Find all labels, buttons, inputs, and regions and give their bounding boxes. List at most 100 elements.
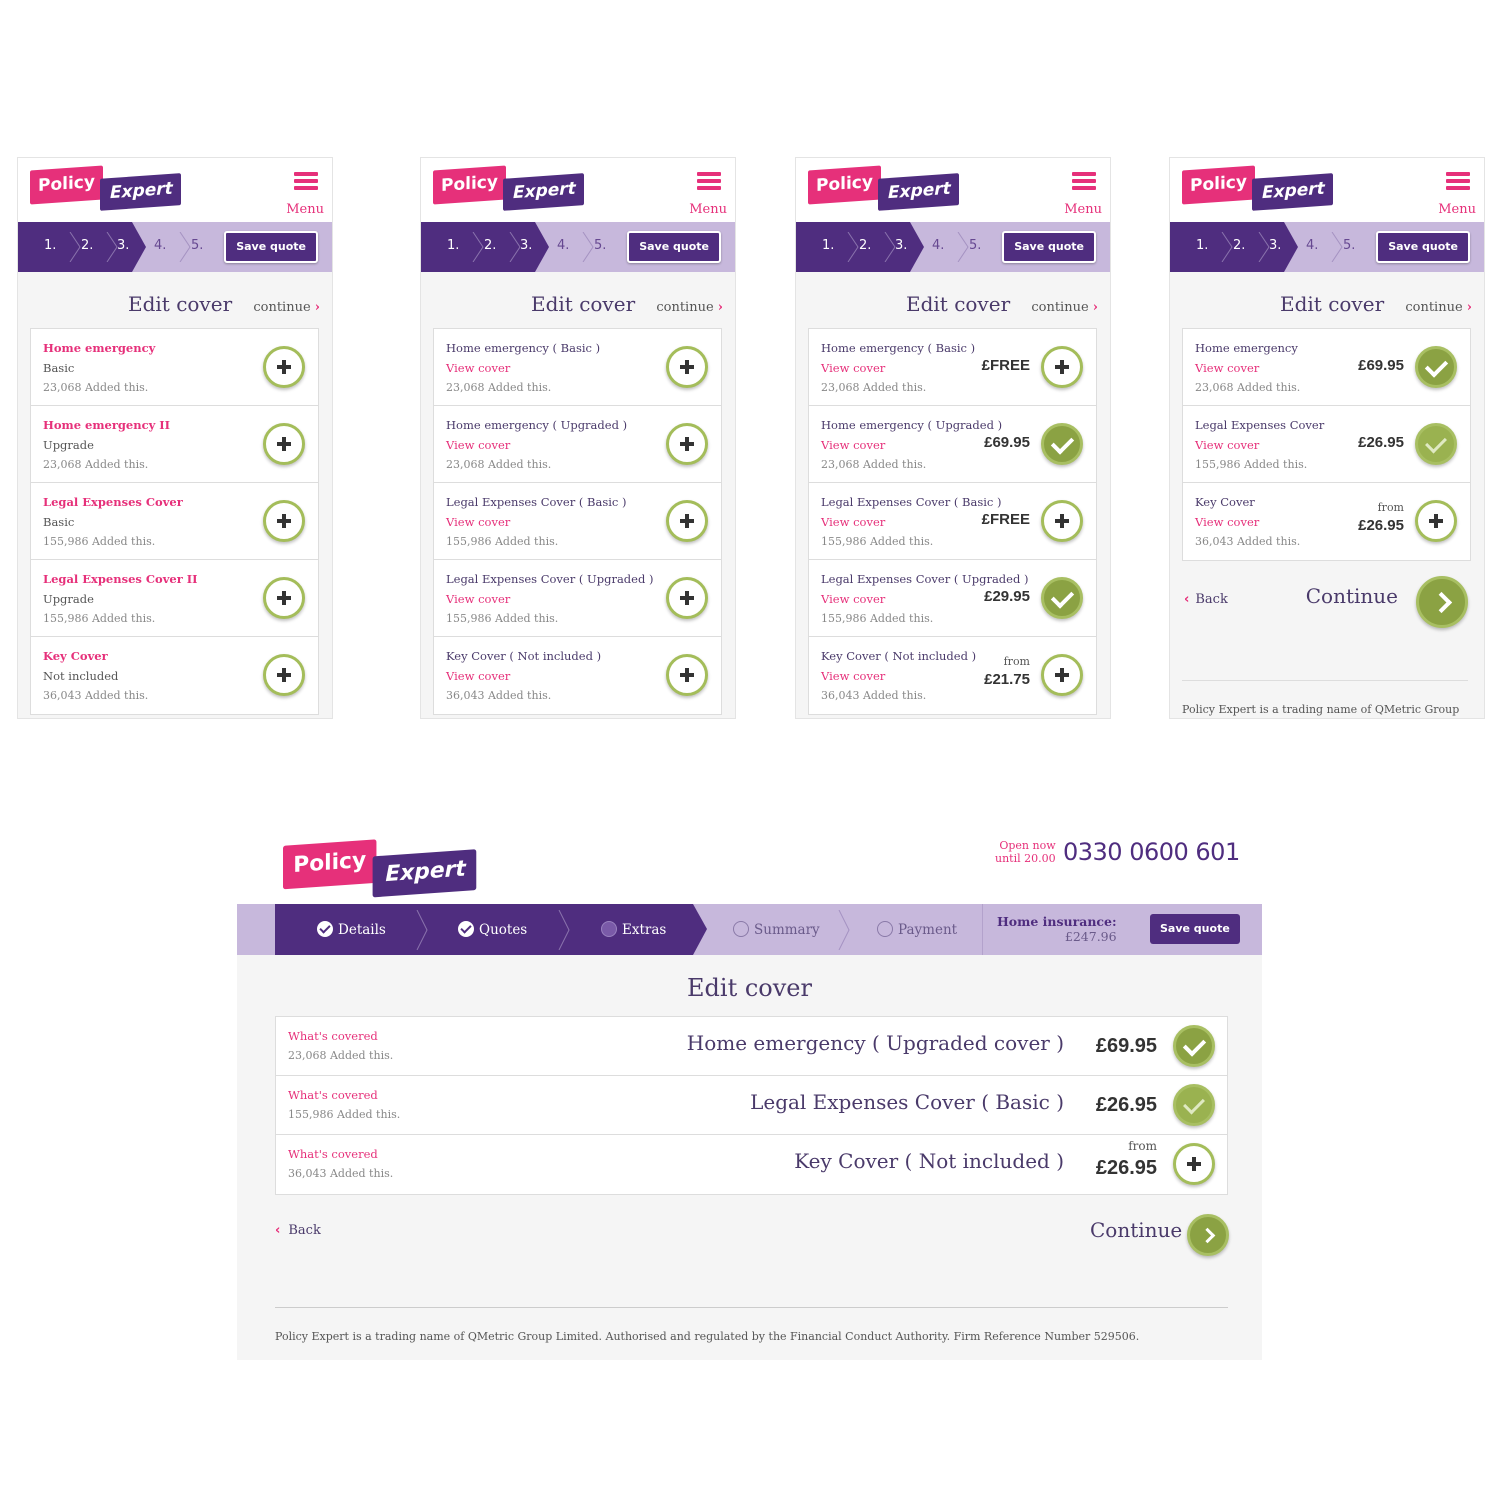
save-quote-button[interactable]: Save quote bbox=[1150, 914, 1240, 944]
view-cover-link[interactable]: View cover bbox=[446, 669, 510, 683]
step-3[interactable]: 3. bbox=[520, 238, 532, 253]
menu-label[interactable]: Menu bbox=[1064, 202, 1102, 217]
hamburger-menu-icon[interactable] bbox=[1072, 172, 1096, 193]
selected-check-button[interactable] bbox=[1041, 577, 1083, 619]
view-cover-link[interactable]: View cover bbox=[821, 361, 885, 375]
whats-covered-link[interactable]: What's covered bbox=[288, 1088, 378, 1102]
view-cover-link[interactable]: View cover bbox=[821, 438, 885, 452]
view-cover-link[interactable]: View cover bbox=[821, 592, 885, 606]
add-cover-button[interactable] bbox=[263, 500, 305, 542]
add-cover-button[interactable] bbox=[1041, 346, 1083, 388]
add-cover-button[interactable] bbox=[263, 654, 305, 696]
view-cover-link[interactable]: View cover bbox=[821, 669, 885, 683]
logo-expert: Expert bbox=[372, 849, 477, 898]
step-extras[interactable]: Extras bbox=[601, 921, 666, 938]
hamburger-menu-icon[interactable] bbox=[1446, 172, 1470, 193]
step-4: 4. bbox=[154, 238, 167, 253]
empty-circle-icon bbox=[733, 921, 749, 937]
continue-link[interactable]: continue › bbox=[1031, 300, 1098, 315]
step-2[interactable]: 2. bbox=[859, 238, 871, 253]
add-cover-button[interactable] bbox=[1173, 1143, 1215, 1185]
step-1[interactable]: 1. bbox=[822, 238, 834, 253]
save-quote-button[interactable]: Save quote bbox=[1376, 231, 1470, 263]
step-3[interactable]: 3. bbox=[117, 238, 129, 253]
cover-level: Not included bbox=[43, 669, 119, 683]
home-insurance-total: Home insurance: £247.96 bbox=[997, 914, 1117, 944]
add-cover-button[interactable] bbox=[666, 346, 708, 388]
view-cover-link[interactable]: View cover bbox=[446, 515, 510, 529]
step-1[interactable]: 1. bbox=[1196, 238, 1208, 253]
cover-title: Legal Expenses Cover bbox=[43, 495, 183, 509]
cover-title: Home emergency II bbox=[43, 418, 171, 432]
cover-price: £69.95 bbox=[984, 434, 1030, 451]
included-check-button[interactable] bbox=[1173, 1084, 1215, 1126]
view-cover-link[interactable]: View cover bbox=[1195, 361, 1259, 375]
cover-price: £26.95 bbox=[1358, 517, 1404, 534]
step-details[interactable]: Details bbox=[317, 921, 386, 938]
add-cover-button[interactable] bbox=[263, 423, 305, 465]
whats-covered-link[interactable]: What's covered bbox=[288, 1029, 378, 1043]
step-4: 4. bbox=[932, 238, 945, 253]
menu-label[interactable]: Menu bbox=[286, 202, 324, 217]
step-2[interactable]: 2. bbox=[81, 238, 93, 253]
step-3[interactable]: 3. bbox=[895, 238, 907, 253]
back-link[interactable]: ‹ Back bbox=[1184, 592, 1228, 607]
continue-link[interactable]: continue › bbox=[1405, 300, 1472, 315]
selected-check-button[interactable] bbox=[1173, 1025, 1215, 1067]
add-cover-button[interactable] bbox=[1041, 500, 1083, 542]
mobile-header: Policy Expert Menu bbox=[796, 158, 1110, 222]
step-1[interactable]: 1. bbox=[447, 238, 459, 253]
continue-arrow-button[interactable] bbox=[1187, 1214, 1229, 1256]
cover-title: Key Cover ( Not included ) bbox=[446, 649, 602, 663]
continue-label[interactable]: Continue bbox=[1306, 584, 1398, 608]
continue-link[interactable]: continue › bbox=[253, 300, 320, 315]
cover-title: Legal Expenses Cover ( Basic ) bbox=[821, 495, 1002, 509]
back-link[interactable]: ‹ Back bbox=[275, 1223, 321, 1238]
list-item: What's covered 23,068 Added this. Home e… bbox=[276, 1017, 1227, 1076]
add-cover-button[interactable] bbox=[263, 346, 305, 388]
menu-label[interactable]: Menu bbox=[1438, 202, 1476, 217]
included-check-button[interactable] bbox=[1415, 423, 1457, 465]
step-1[interactable]: 1. bbox=[44, 238, 56, 253]
view-cover-link[interactable]: View cover bbox=[446, 592, 510, 606]
add-cover-button[interactable] bbox=[263, 577, 305, 619]
add-cover-button[interactable] bbox=[666, 577, 708, 619]
selected-check-button[interactable] bbox=[1415, 346, 1457, 388]
add-cover-button[interactable] bbox=[1041, 654, 1083, 696]
continue-link[interactable]: continue › bbox=[656, 300, 723, 315]
step-quotes[interactable]: Quotes bbox=[458, 921, 527, 938]
continue-label[interactable]: Continue bbox=[1090, 1218, 1182, 1242]
hamburger-menu-icon[interactable] bbox=[697, 172, 721, 193]
view-cover-link[interactable]: View cover bbox=[821, 515, 885, 529]
menu-label[interactable]: Menu bbox=[689, 202, 727, 217]
cover-title: Home emergency ( Upgraded ) bbox=[821, 418, 1003, 432]
cover-level: Basic bbox=[43, 361, 75, 375]
hamburger-menu-icon[interactable] bbox=[294, 172, 318, 193]
step-3[interactable]: 3. bbox=[1269, 238, 1281, 253]
cover-title: Legal Expenses Cover bbox=[1195, 418, 1325, 432]
phone-number[interactable]: 0330 0600 601 bbox=[1063, 838, 1240, 866]
view-cover-link[interactable]: View cover bbox=[1195, 438, 1259, 452]
step-summary: Summary bbox=[733, 921, 820, 938]
view-cover-link[interactable]: View cover bbox=[446, 361, 510, 375]
add-cover-button[interactable] bbox=[666, 500, 708, 542]
continue-arrow-button[interactable] bbox=[1416, 576, 1468, 628]
step-2[interactable]: 2. bbox=[1233, 238, 1245, 253]
selected-check-button[interactable] bbox=[1041, 423, 1083, 465]
add-cover-button[interactable] bbox=[1415, 500, 1457, 542]
save-quote-button[interactable]: Save quote bbox=[627, 231, 721, 263]
cover-price: £FREE bbox=[981, 357, 1030, 374]
view-cover-link[interactable]: View cover bbox=[446, 438, 510, 452]
save-quote-button[interactable]: Save quote bbox=[1002, 231, 1096, 263]
logo-policy: Policy bbox=[433, 165, 506, 205]
view-cover-link[interactable]: View cover bbox=[1195, 515, 1259, 529]
logo-policy: Policy bbox=[283, 839, 377, 890]
whats-covered-link[interactable]: What's covered bbox=[288, 1147, 378, 1161]
step-2[interactable]: 2. bbox=[484, 238, 496, 253]
cover-title: Home emergency bbox=[43, 341, 156, 355]
save-quote-button[interactable]: Save quote bbox=[224, 231, 318, 263]
progress-steps: Details Quotes Extras Summary Payment Ho… bbox=[237, 904, 1262, 955]
add-cover-button[interactable] bbox=[666, 654, 708, 696]
added-count: 36,043 Added this. bbox=[288, 1167, 394, 1180]
add-cover-button[interactable] bbox=[666, 423, 708, 465]
